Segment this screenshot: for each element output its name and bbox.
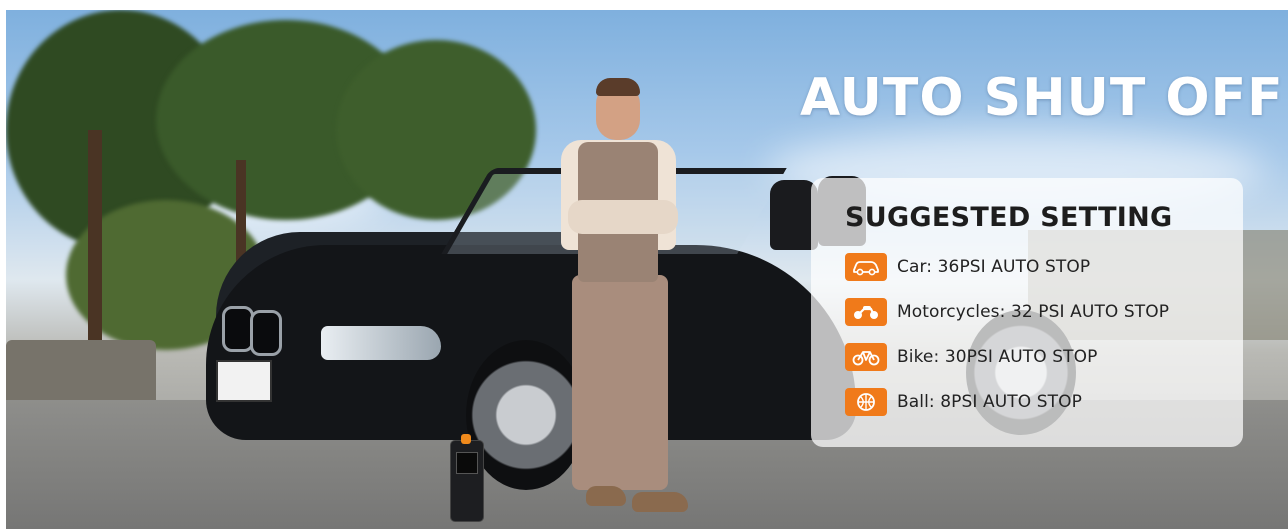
person-shoe	[632, 492, 688, 512]
headline: AUTO SHUT OFF	[800, 68, 1284, 128]
car-wheel	[466, 340, 586, 490]
setting-label-motorcycle: Motorcycles: 32 PSI AUTO STOP	[897, 302, 1170, 322]
motorcycle-icon	[845, 298, 887, 326]
bike-icon	[845, 343, 887, 371]
car-headlight	[321, 326, 441, 360]
setting-row-car: Car: 36PSI AUTO STOP	[845, 251, 1243, 283]
person-crossed-arms	[568, 200, 678, 234]
car-grille	[250, 310, 282, 356]
setting-row-motorcycle: Motorcycles: 32 PSI AUTO STOP	[845, 296, 1243, 328]
setting-row-bike: Bike: 30PSI AUTO STOP	[845, 341, 1243, 373]
card-title: SUGGESTED SETTING	[845, 202, 1173, 233]
setting-label-ball: Ball: 8PSI AUTO STOP	[897, 392, 1082, 412]
setting-row-ball: Ball: 8PSI AUTO STOP	[845, 386, 1243, 418]
tire-inflator-nozzle	[461, 434, 471, 444]
tree-trunk	[88, 130, 102, 350]
car-icon	[845, 253, 887, 281]
tire-inflator-screen	[456, 452, 478, 474]
license-plate	[216, 360, 272, 402]
person-legs	[572, 275, 668, 490]
person-shoe	[586, 486, 626, 506]
setting-label-bike: Bike: 30PSI AUTO STOP	[897, 347, 1098, 367]
ball-icon	[845, 388, 887, 416]
person-hair	[596, 78, 640, 96]
setting-label-car: Car: 36PSI AUTO STOP	[897, 257, 1091, 277]
suggested-setting-card: SUGGESTED SETTING Car: 36PSI AUTO STOP M…	[811, 178, 1243, 447]
